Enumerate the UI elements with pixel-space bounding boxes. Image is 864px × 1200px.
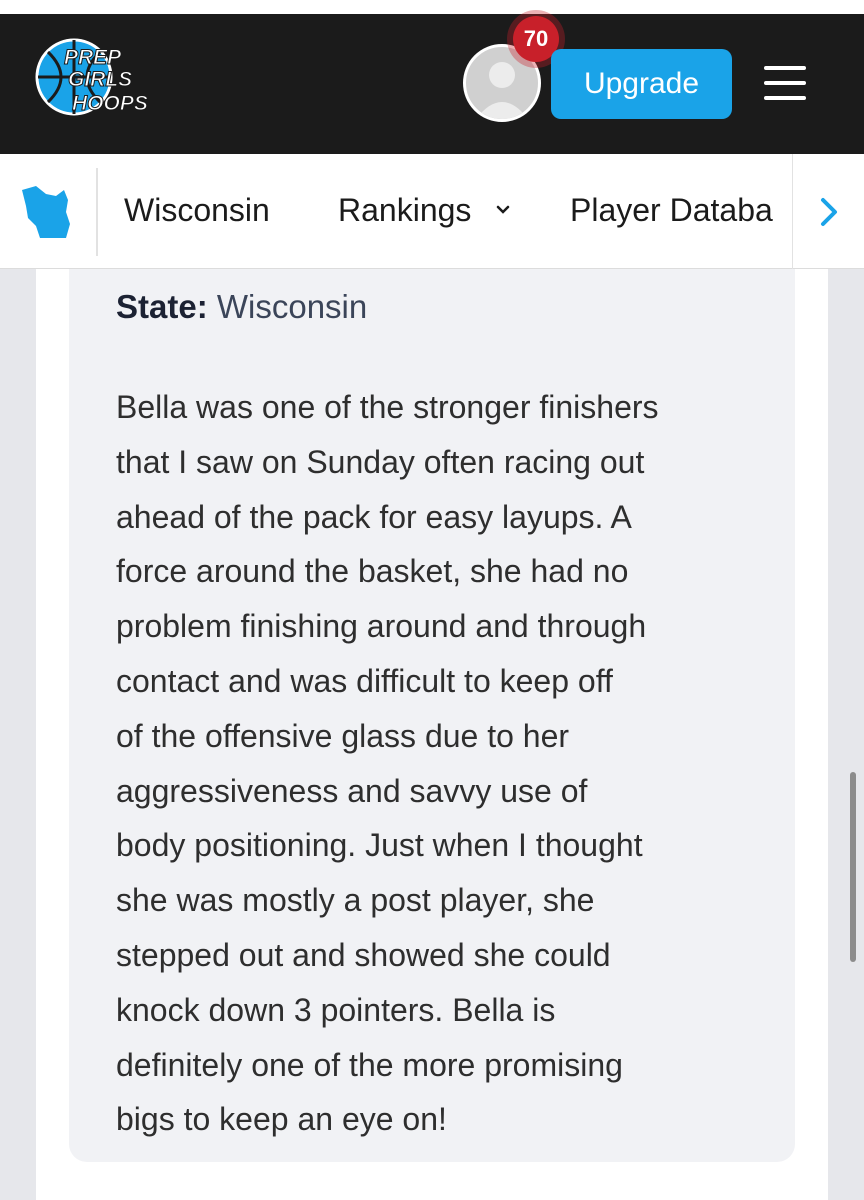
prep-girls-hoops-logo[interactable]: PREP GIRLS HOOPS (34, 34, 169, 120)
nav-item-rankings[interactable]: Rankings (338, 192, 471, 229)
state-line: State: Wisconsin (116, 288, 367, 326)
evaluation-line: of the offensive glass due to her (116, 717, 570, 754)
chevron-right-icon[interactable] (814, 194, 844, 230)
status-strip (0, 0, 864, 14)
evaluation-line: definitely one of the more promising (116, 1046, 623, 1083)
logo-text-prep: PREP (64, 46, 122, 69)
state-label: State: (116, 288, 208, 325)
subnav-right-divider (792, 154, 793, 269)
evaluation-text: Bella was one of the stronger finishers … (116, 380, 766, 1147)
evaluation-line: problem finishing around and through (116, 608, 647, 645)
state-value: Wisconsin (216, 288, 368, 325)
hamburger-menu-icon[interactable] (764, 66, 806, 102)
evaluation-line: Bella was one of the stronger finishers (116, 389, 659, 425)
chevron-down-icon[interactable] (494, 204, 512, 216)
nav-item-player-database[interactable]: Player Databa (570, 192, 792, 229)
scrollbar[interactable] (850, 772, 856, 962)
evaluation-line: body positioning. Just when I thought (116, 827, 643, 864)
evaluation-line: force around the basket, she had no (116, 553, 629, 590)
evaluation-line: she was mostly a post player, she (116, 882, 595, 919)
upgrade-button[interactable]: Upgrade (551, 49, 732, 119)
evaluation-line: aggressiveness and savvy use of (116, 772, 588, 809)
evaluation-line: knock down 3 pointers. Bella is (116, 991, 556, 1028)
wisconsin-map-icon[interactable] (16, 180, 78, 242)
evaluation-line: bigs to keep an eye on! (116, 1101, 447, 1138)
logo-text-hoops: HOOPS (72, 92, 148, 115)
evaluation-line: contact and was difficult to keep off (116, 662, 613, 699)
evaluation-line: ahead of the pack for easy layups. A (116, 498, 632, 535)
evaluation-line: stepped out and showed she could (116, 936, 611, 973)
logo-text-girls: GIRLS (68, 68, 132, 91)
evaluation-line: that I saw on Sunday often racing out (116, 443, 645, 480)
subnav-divider (96, 168, 98, 256)
nav-item-wisconsin[interactable]: Wisconsin (124, 192, 270, 229)
